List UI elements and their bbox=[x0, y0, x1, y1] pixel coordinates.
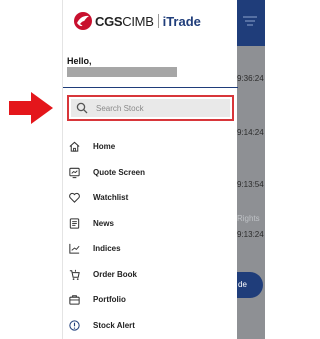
brand-bold: CGS bbox=[95, 13, 123, 29]
filter-icon[interactable] bbox=[243, 16, 257, 26]
menu-item-label: News bbox=[93, 218, 114, 228]
menu-item-watchlist[interactable]: Watchlist bbox=[63, 185, 238, 211]
heart-icon bbox=[67, 191, 81, 205]
menu-item-portfolio[interactable]: Portfolio bbox=[63, 287, 238, 313]
menu-item-indices[interactable]: Indices bbox=[63, 236, 238, 262]
background-trade-button[interactable]: de bbox=[237, 272, 263, 298]
cgs-cimb-logo-icon bbox=[74, 12, 92, 30]
background-time: 9:13:24 bbox=[237, 230, 264, 239]
background-app: 9:36:24 9:14:24 9:13:54 Rights 9:13:24 d… bbox=[237, 0, 265, 339]
briefcase-icon bbox=[67, 293, 81, 307]
brand-name: CGSCIMB bbox=[95, 14, 154, 29]
search-bar[interactable] bbox=[71, 99, 230, 117]
search-highlight-box bbox=[67, 95, 234, 121]
menu-item-news[interactable]: News bbox=[63, 211, 238, 237]
menu-item-order-book[interactable]: Order Book bbox=[63, 262, 238, 288]
menu-item-label: Portfolio bbox=[93, 295, 126, 305]
background-rights-label: Rights bbox=[237, 214, 260, 223]
home-icon bbox=[67, 140, 81, 154]
redacted-user-name bbox=[67, 67, 177, 77]
menu-item-home[interactable]: Home bbox=[63, 134, 238, 160]
news-icon bbox=[67, 216, 81, 230]
menu-item-label: Stock Alert bbox=[93, 320, 135, 330]
navigation-drawer: CGSCIMB iTrade Hello, Home Quote Screen bbox=[62, 0, 238, 339]
menu-item-label: Order Book bbox=[93, 269, 138, 279]
app-logo: CGSCIMB iTrade bbox=[73, 10, 201, 32]
logo-divider bbox=[157, 14, 159, 28]
search-icon bbox=[76, 102, 88, 114]
drawer-menu: Home Quote Screen Watchlist News Indices bbox=[63, 134, 238, 338]
menu-item-label: Indices bbox=[93, 244, 121, 254]
alert-icon bbox=[67, 318, 81, 332]
greeting: Hello, bbox=[67, 56, 92, 66]
menu-item-label: Home bbox=[93, 142, 116, 152]
menu-item-label: Watchlist bbox=[93, 193, 129, 203]
header-divider bbox=[63, 87, 238, 88]
menu-item-label: Quote Screen bbox=[93, 167, 146, 177]
background-header bbox=[237, 0, 265, 46]
order-book-icon bbox=[67, 267, 81, 281]
background-time: 9:14:24 bbox=[237, 128, 264, 137]
red-arrow-icon bbox=[9, 92, 53, 124]
brand-regular: CIMB bbox=[122, 13, 154, 29]
chart-icon bbox=[67, 242, 81, 256]
menu-item-quote-screen[interactable]: Quote Screen bbox=[63, 160, 238, 186]
product-name: iTrade bbox=[162, 13, 201, 29]
background-time: 9:13:54 bbox=[237, 180, 264, 189]
search-input[interactable] bbox=[96, 103, 216, 113]
background-time: 9:36:24 bbox=[237, 74, 264, 83]
menu-item-stock-alert[interactable]: Stock Alert bbox=[63, 313, 238, 339]
background-trade-label: de bbox=[238, 280, 247, 289]
quote-screen-icon bbox=[67, 165, 81, 179]
